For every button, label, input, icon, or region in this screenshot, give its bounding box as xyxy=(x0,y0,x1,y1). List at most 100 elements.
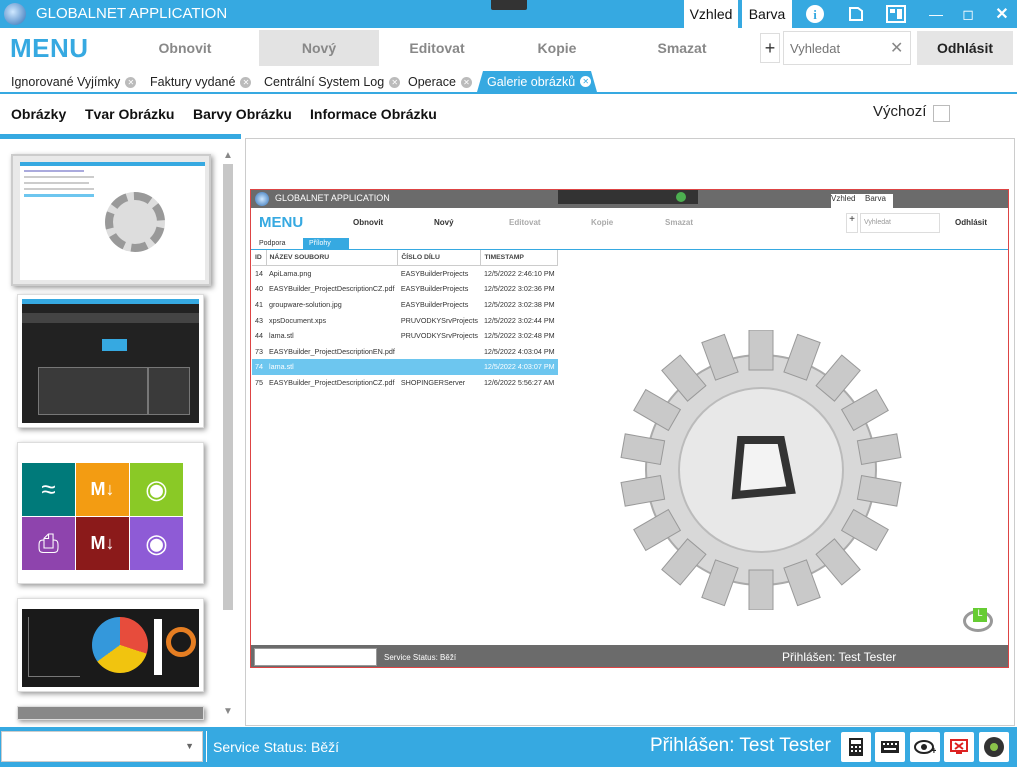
table-row: 43 xpsDocument.xps PRUVODKYSrvProjects 12/5… xyxy=(252,312,558,328)
drag-handle-icon[interactable] xyxy=(491,0,527,10)
barva-button[interactable]: Barva xyxy=(742,0,792,28)
disconnect-screen-icon[interactable] xyxy=(944,732,974,762)
thumbnail-item[interactable] xyxy=(17,294,204,428)
preview-tab: Podpora xyxy=(259,240,286,247)
thumbnail-scrollbar[interactable]: ▲ ▼ xyxy=(220,150,236,720)
close-tab-icon[interactable]: ✕ xyxy=(125,76,137,88)
global-network-icon[interactable] xyxy=(979,732,1009,762)
table-row: 40 EASYBuilder_ProjectDescriptionCZ.pdf EA… xyxy=(252,281,558,297)
app-logo-icon xyxy=(4,3,26,25)
table-row: 74 lama.stl 12/5/2022 4:03:07 PM xyxy=(252,359,558,375)
table-cell: 12/6/2022 5:56:27 AM xyxy=(483,378,555,388)
preview-vzhled: Vzhled xyxy=(831,194,865,208)
table-row: 44 lama.stl PRUVODKYSrvProjects 12/5/2022 3… xyxy=(252,328,558,344)
menu-novy-button[interactable]: Nový xyxy=(259,30,379,66)
table-cell: EASYBuilder_ProjectDescriptionCZ.pdf xyxy=(269,284,395,294)
table-cell: lama.stl xyxy=(269,331,294,341)
table-cell: 74 xyxy=(252,359,266,375)
keyboard-icon[interactable] xyxy=(875,732,905,762)
menu-logo: MENU xyxy=(10,33,89,63)
menu-kopie-button[interactable]: Kopie xyxy=(505,30,609,66)
thumbnail-item[interactable] xyxy=(17,598,204,692)
service-status-value: Běží xyxy=(311,739,340,755)
table-cell: EASYBuilder_ProjectDescriptionCZ.pdf xyxy=(269,378,395,388)
gear-icon xyxy=(105,192,165,252)
preview-status-value: Běží xyxy=(440,653,457,662)
table-header: ČÍSLO DÍLU xyxy=(397,250,482,267)
close-tab-icon[interactable]: ✕ xyxy=(460,76,472,88)
default-checkbox[interactable] xyxy=(933,105,950,122)
preview-menu-item: Obnovit xyxy=(353,218,384,227)
table-cell: 40 xyxy=(255,284,263,294)
info-icon[interactable]: i xyxy=(800,0,830,28)
table-row: 75 EASYBuilder_ProjectDescriptionCZ.pdf SH… xyxy=(252,375,558,391)
close-tab-icon[interactable]: ✕ xyxy=(240,76,252,88)
preview-logout: Odhlásit xyxy=(955,218,988,227)
preview-menu-item: Smazat xyxy=(665,218,694,227)
subnav-informace-obrazku[interactable]: Informace Obrázku xyxy=(310,106,437,122)
markdown-icon: M↓ xyxy=(76,463,129,516)
thumbnail-item[interactable] xyxy=(17,706,204,720)
table-header: TIMESTAMP xyxy=(480,250,559,267)
search-clear-icon[interactable]: ✕ xyxy=(890,38,903,58)
maximize-icon[interactable]: ◻ xyxy=(956,0,980,28)
menu-smazat-button[interactable]: Smazat xyxy=(630,30,734,66)
tab-operace[interactable]: Operace ✕ xyxy=(408,72,472,92)
dashboard-icon[interactable] xyxy=(882,0,910,28)
table-cell: 43 xyxy=(255,315,263,325)
bookmark-icon[interactable] xyxy=(842,0,870,28)
pie-chart-icon xyxy=(92,617,148,673)
table-cell: 12/5/2022 2:46:10 PM xyxy=(483,269,555,279)
close-icon[interactable]: ✕ xyxy=(990,0,1014,28)
tab-galerie-obrazku[interactable]: Galerie obrázků ✕ xyxy=(477,71,597,92)
github-icon: ◉ xyxy=(130,463,183,516)
status-dropdown[interactable]: ▼ xyxy=(1,731,203,762)
tab-faktury-vydane[interactable]: Faktury vydané ✕ xyxy=(150,72,252,92)
preview-menu-item: Editovat xyxy=(509,218,541,227)
gauge-icon xyxy=(166,627,196,657)
tab-ignorovane-vyjimky[interactable]: Ignorované Vyjímky ✕ xyxy=(11,72,137,92)
preview-status-label: Service Status: xyxy=(384,653,438,662)
subnav-obrazky[interactable]: Obrázky xyxy=(11,106,66,122)
close-tab-icon[interactable]: ✕ xyxy=(580,76,592,87)
logout-button[interactable]: Odhlásit xyxy=(917,31,1013,65)
preview-add: + xyxy=(846,213,858,233)
preview-file-table: ID NÁZEV SOUBORU ČÍSLO DÍLU TIMESTAMP 14 Api… xyxy=(252,250,559,391)
add-button[interactable]: + xyxy=(760,33,780,63)
default-label: Výchozí xyxy=(873,103,927,120)
view-add-icon[interactable]: + xyxy=(910,732,940,762)
tab-centralni-system-log[interactable]: Centrální System Log ✕ xyxy=(264,72,401,92)
table-cell: 12/5/2022 3:02:36 PM xyxy=(483,284,555,294)
table-cell: lama.stl xyxy=(266,359,398,375)
calculator-icon[interactable] xyxy=(841,732,871,762)
close-tab-icon[interactable]: ✕ xyxy=(389,76,401,88)
table-cell: 44 xyxy=(255,331,263,341)
table-row: 73 EASYBuilder_ProjectDescriptionEN.pdf 12… xyxy=(252,344,558,360)
minimize-icon[interactable]: — xyxy=(924,0,948,28)
subnav-barvy-obrazku[interactable]: Barvy Obrázku xyxy=(193,106,292,122)
table-cell: EASYBuilderProjects xyxy=(400,269,469,279)
svg-text:i: i xyxy=(813,7,817,22)
menu-editovat-button[interactable]: Editovat xyxy=(385,30,489,66)
scroll-down-icon[interactable]: ▼ xyxy=(223,706,233,717)
thumbnail-item[interactable]: ≈ M↓ ◉ ⎙ M↓ ◉ xyxy=(17,442,204,584)
scroll-up-icon[interactable]: ▲ xyxy=(220,150,236,161)
subnav-tvar-obrazku[interactable]: Tvar Obrázku xyxy=(85,106,174,122)
table-cell: PRUVODKYSrvProjects xyxy=(400,331,478,341)
menu-obnovit-button[interactable]: Obnovit xyxy=(133,30,237,66)
table-row: 14 ApiLama.png EASYBuilderProjects 12/5/202… xyxy=(252,266,558,282)
table-cell xyxy=(397,359,481,375)
preview-menu-logo: MENU xyxy=(259,214,304,231)
svg-text:+: + xyxy=(931,746,936,755)
github-icon: ◉ xyxy=(130,517,183,570)
preview-search: Vyhledat xyxy=(860,213,940,233)
scrollbar-thumb[interactable] xyxy=(223,164,233,610)
thumbnail-item[interactable] xyxy=(11,154,211,286)
table-header: NÁZEV SOUBORU xyxy=(266,250,399,267)
vzhled-button[interactable]: Vzhled xyxy=(684,0,738,28)
preview-barva: Barva xyxy=(865,194,893,208)
printer-icon: ⎙ xyxy=(22,517,75,570)
table-header: ID xyxy=(252,250,267,267)
gear-3d-icon xyxy=(620,330,902,610)
table-cell: 75 xyxy=(255,378,263,388)
